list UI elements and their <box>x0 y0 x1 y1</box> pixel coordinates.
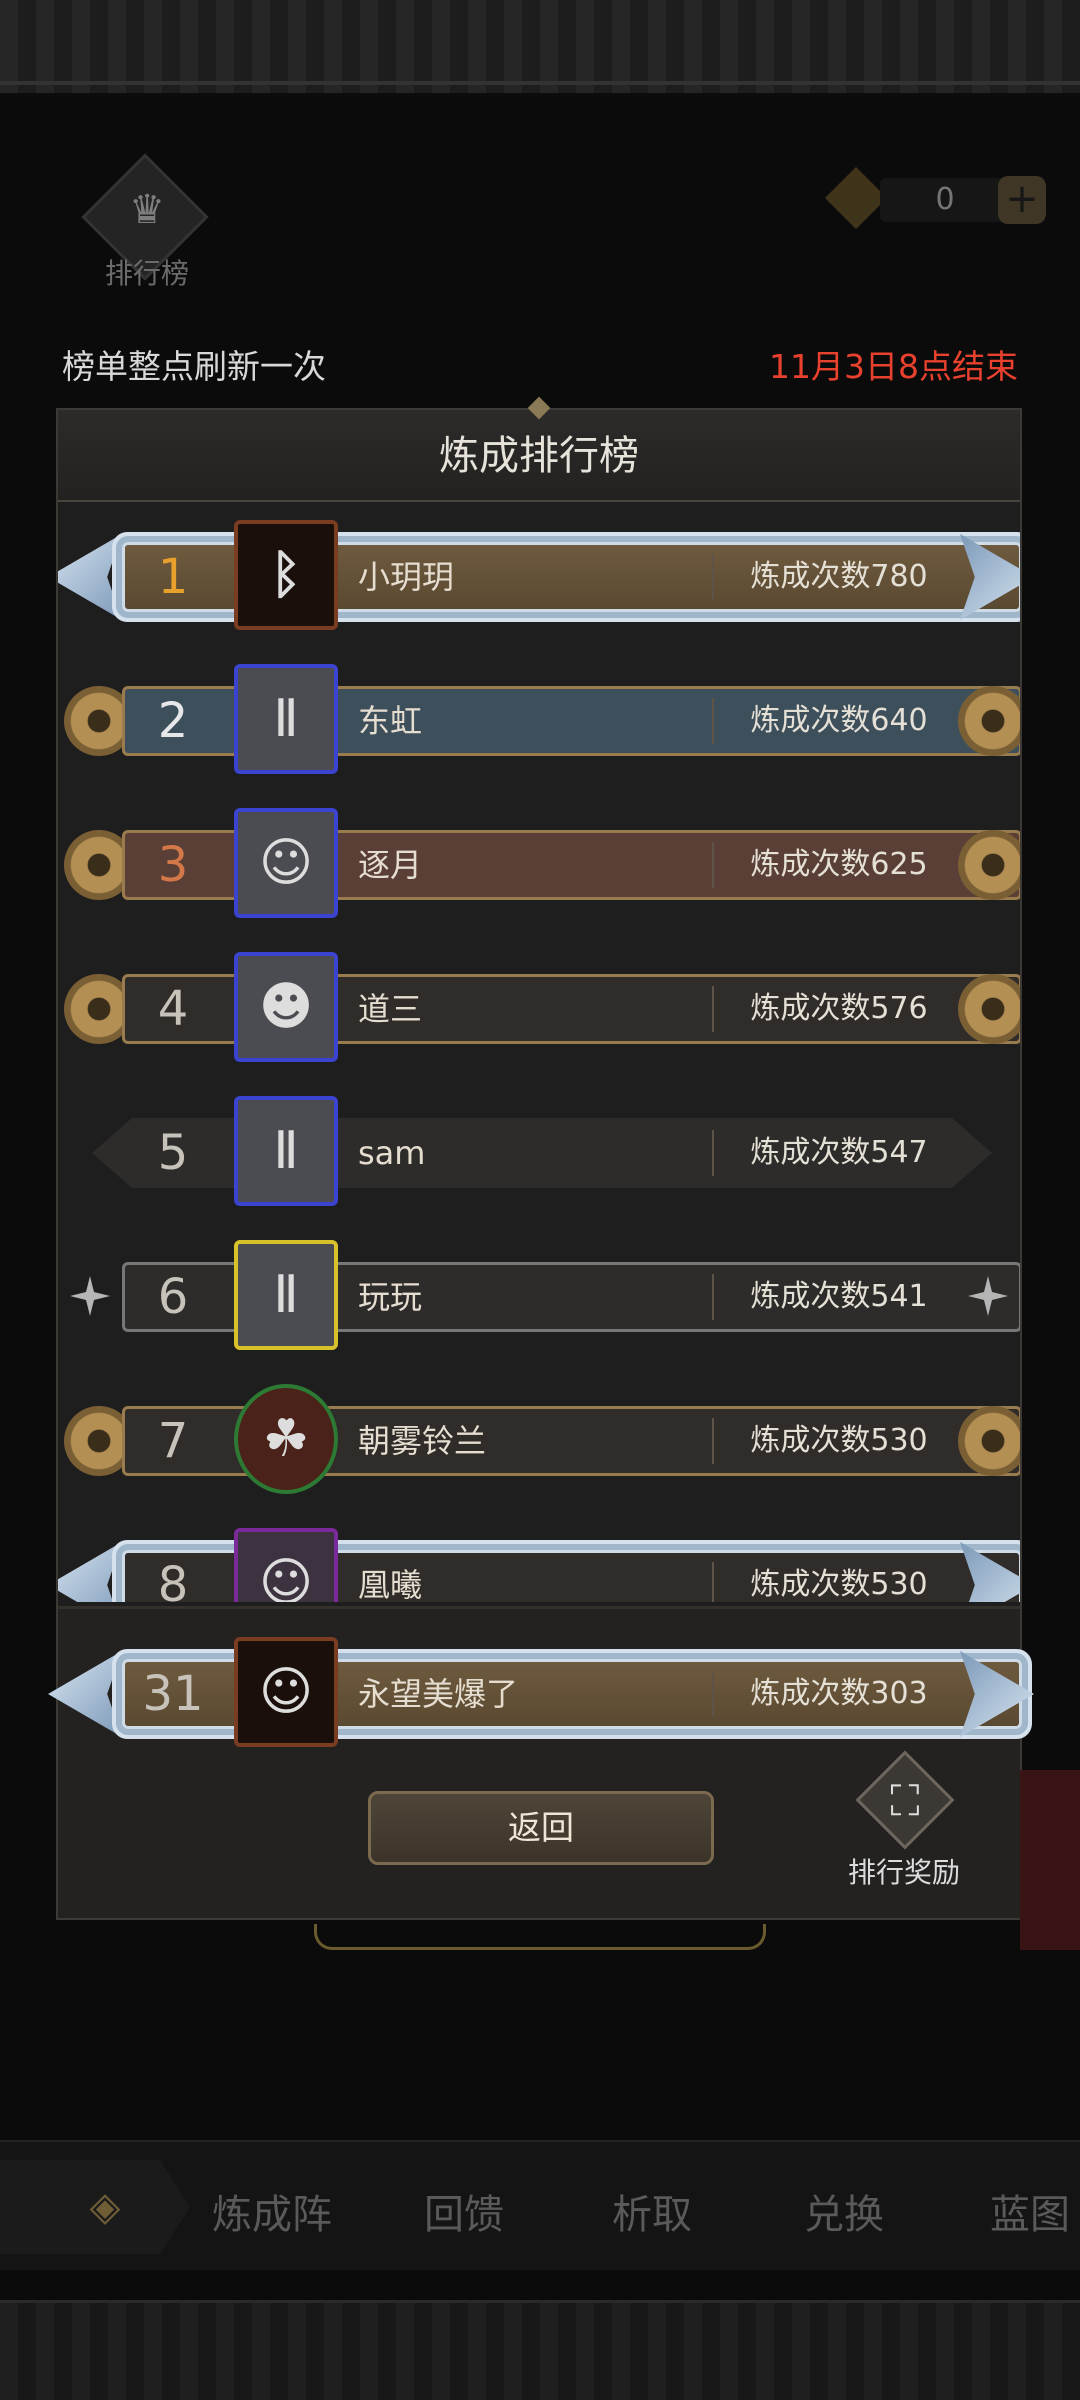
avatar[interactable]: Ⅱ <box>234 1096 338 1206</box>
ranking-reward-label: 排行奖励 <box>847 1856 960 1889</box>
gem-icon <box>824 166 888 230</box>
selector-arrow-icon: ◈ <box>89 2184 121 2230</box>
currency-value: 0 <box>935 182 955 217</box>
player-score: 炼成次数780 <box>750 559 928 594</box>
player-score: 炼成次数576 <box>750 991 928 1026</box>
ice-cap-left <box>48 1651 122 1737</box>
avatar[interactable]: ☻ <box>234 952 338 1062</box>
player-score: 炼成次数625 <box>750 847 928 882</box>
avatar[interactable]: ☺ <box>234 1637 338 1747</box>
tab-refine-array[interactable]: 炼成阵 <box>212 2182 332 2240</box>
fire-sigil-icon: ᛒ <box>270 545 302 605</box>
helmet-icon: Ⅱ <box>273 1121 299 1181</box>
gear-cap-right <box>958 686 1020 756</box>
self-rank-area: 31 ☺ 永望美爆了 炼成次数303 返回 ⛶ 排行奖励 <box>48 1606 1034 1918</box>
ranking-row[interactable]: 8 ☺ 凰曦 炼成次数530 <box>58 1516 1020 1602</box>
elf-portrait-icon: ☺ <box>258 1553 314 1602</box>
ranking-shortcut-label: 排行榜 <box>104 257 189 290</box>
plus-icon[interactable]: + <box>998 176 1046 224</box>
player-name: 东虹 <box>358 702 423 740</box>
refresh-note: 榜单整点刷新一次 <box>62 347 326 386</box>
ranking-list[interactable]: 1 ᛒ 小玥玥 炼成次数780 2 Ⅱ 东虹 炼成次数640 3 ☺ 逐月 炼成… <box>58 508 1020 1602</box>
bottom-tab-bar: ◈ 炼成阵 回馈 析取 兑换 蓝图 <box>0 2140 1080 2270</box>
tab-feedback[interactable]: 回馈 <box>424 2182 504 2240</box>
tab-selector[interactable]: ◈ <box>0 2160 190 2254</box>
player-score: 炼成次数530 <box>750 1567 928 1602</box>
panel-header: 炼成排行榜 <box>58 396 1020 502</box>
player-name: 永望美爆了 <box>358 1675 519 1713</box>
helmet-icon: Ⅱ <box>273 1265 299 1325</box>
knight-portrait-icon: ☻ <box>258 977 314 1037</box>
player-score: 炼成次数541 <box>750 1279 928 1314</box>
background-frame <box>314 1924 766 1950</box>
top-ornament-bar <box>0 0 1080 96</box>
spike-cap-left <box>70 1276 110 1316</box>
player-name: 道三 <box>358 990 423 1028</box>
tab-extract[interactable]: 析取 <box>612 2182 692 2240</box>
ranking-row[interactable]: 2 Ⅱ 东虹 炼成次数640 <box>58 652 1020 782</box>
player-name: 玩玩 <box>358 1278 423 1316</box>
ice-cap-left <box>58 534 122 620</box>
avatar[interactable]: Ⅱ <box>234 664 338 774</box>
back-button[interactable]: 返回 <box>368 1791 714 1865</box>
tab-exchange[interactable]: 兑换 <box>804 2182 884 2240</box>
bottom-ornament-bar <box>0 2300 1080 2400</box>
gear-cap-right <box>958 1406 1020 1476</box>
ranking-row[interactable]: 3 ☺ 逐月 炼成次数625 <box>58 796 1020 926</box>
player-name: 小玥玥 <box>358 558 455 596</box>
rank-number: 6 <box>157 1269 189 1325</box>
self-rank-row[interactable]: 31 ☺ 永望美爆了 炼成次数303 <box>48 1625 1034 1755</box>
avatar[interactable]: ☺ <box>234 1528 338 1602</box>
helmet-icon: Ⅱ <box>273 689 299 749</box>
chest-icon: ⛶ <box>890 1776 920 1825</box>
panel-title: 炼成排行榜 <box>439 433 639 479</box>
ranking-row[interactable]: 4 ☻ 道三 炼成次数576 <box>58 940 1020 1070</box>
elf-portrait-icon: ☺ <box>258 1662 314 1722</box>
rank-number: 5 <box>157 1125 189 1181</box>
ranking-row[interactable]: 7 ☘ 朝雾铃兰 炼成次数530 <box>58 1372 1020 1502</box>
player-score: 炼成次数547 <box>750 1135 928 1170</box>
rank-number: 4 <box>157 981 189 1037</box>
player-score: 炼成次数640 <box>750 703 928 738</box>
avatar[interactable]: ☺ <box>234 808 338 918</box>
rank-number: 8 <box>157 1557 189 1602</box>
player-name: 朝雾铃兰 <box>358 1422 487 1460</box>
rank-number: 3 <box>157 837 189 893</box>
player-score: 炼成次数530 <box>750 1423 928 1458</box>
rank-number: 31 <box>142 1666 204 1722</box>
hooded-portrait-icon: ☘ <box>262 1409 310 1469</box>
currency-display: 0 + <box>820 166 1050 230</box>
avatar[interactable]: ᛒ <box>234 520 338 630</box>
background-art <box>1020 1770 1080 1950</box>
leaderboard-panel: 炼成排行榜 1 ᛒ 小玥玥 炼成次数780 2 Ⅱ 东虹 炼成次数640 3 ☺… <box>48 396 1034 1920</box>
ice-cap-left <box>58 1542 122 1602</box>
tab-blueprint[interactable]: 蓝图 <box>990 2182 1070 2240</box>
ranking-row[interactable]: 5 Ⅱ sam 炼成次数547 <box>58 1084 1020 1214</box>
end-time-note: 11月3日8点结束 <box>769 347 1018 386</box>
ranking-row[interactable]: 6 Ⅱ 玩玩 炼成次数541 <box>58 1228 1020 1358</box>
gear-cap-right <box>958 830 1020 900</box>
crown-icon: ♛ <box>129 187 165 233</box>
player-name: sam <box>358 1134 426 1172</box>
player-name: 凰曦 <box>358 1566 423 1602</box>
rank-number: 7 <box>157 1413 189 1469</box>
player-name: 逐月 <box>358 846 423 884</box>
avatar[interactable]: Ⅱ <box>234 1240 338 1350</box>
elf-portrait-icon: ☺ <box>258 833 314 893</box>
ranking-row[interactable]: 1 ᛒ 小玥玥 炼成次数780 <box>58 508 1020 638</box>
ranking-reward-button[interactable]: ⛶ 排行奖励 <box>834 1750 974 1895</box>
rank-number: 1 <box>157 549 189 605</box>
avatar[interactable]: ☘ <box>234 1384 338 1494</box>
player-score: 炼成次数303 <box>750 1676 928 1711</box>
ranking-shortcut[interactable]: ♛ 排行榜 <box>81 153 209 290</box>
gear-cap-right <box>958 974 1020 1044</box>
rank-number: 2 <box>157 693 189 749</box>
